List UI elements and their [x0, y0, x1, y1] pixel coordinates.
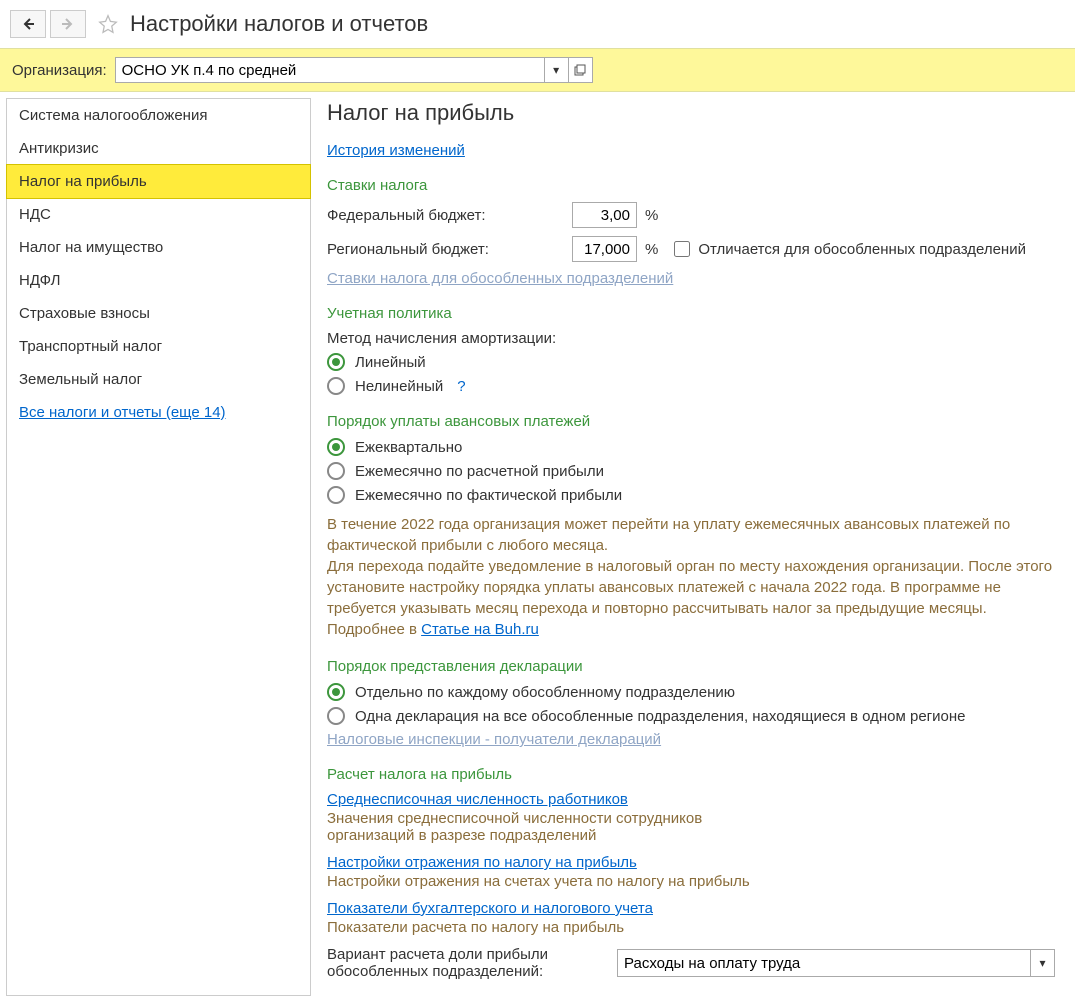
- back-button[interactable]: [10, 10, 46, 38]
- radio-monthly-fact-label: Ежемесячно по фактической прибыли: [355, 487, 622, 504]
- profit-share-select[interactable]: [617, 949, 1031, 977]
- radio-linear-label: Линейный: [355, 354, 426, 371]
- history-link[interactable]: История изменений: [327, 142, 465, 159]
- tax-inspections-link[interactable]: Налоговые инспекции - получатели деклара…: [327, 731, 1055, 748]
- radio-decl-separate-label: Отдельно по каждому обособленному подраз…: [355, 684, 735, 701]
- policy-section-title: Учетная политика: [327, 305, 1055, 322]
- sidebar: Система налогообложения Антикризис Налог…: [6, 98, 311, 996]
- reflection-settings-link[interactable]: Настройки отражения по налогу на прибыль: [327, 854, 637, 871]
- radio-decl-separate[interactable]: [327, 683, 345, 701]
- federal-label: Федеральный бюджет:: [327, 207, 572, 224]
- radio-monthly-calc[interactable]: [327, 462, 345, 480]
- profit-share-label: Вариант расчета доли прибыли обособленны…: [327, 946, 617, 980]
- rates-section-title: Ставки налога: [327, 177, 1055, 194]
- calc-section-title: Расчет налога на прибыль: [327, 766, 1055, 783]
- indicators-link[interactable]: Показатели бухгалтерского и налогового у…: [327, 900, 653, 917]
- advance-info: В течение 2022 года организация может пе…: [327, 514, 1055, 640]
- method-label: Метод начисления амортизации:: [327, 330, 1055, 347]
- organization-open-button[interactable]: [569, 57, 593, 83]
- percent-label: %: [645, 207, 658, 224]
- sidebar-item-anticrisis[interactable]: Антикризис: [7, 132, 310, 165]
- radio-quarterly[interactable]: [327, 438, 345, 456]
- sidebar-item-insurance[interactable]: Страховые взносы: [7, 297, 310, 330]
- diff-checkbox[interactable]: [674, 241, 690, 257]
- help-icon[interactable]: ?: [457, 378, 465, 395]
- forward-button[interactable]: [50, 10, 86, 38]
- decl-section-title: Порядок представления декларации: [327, 658, 1055, 675]
- organization-label: Организация:: [12, 62, 107, 79]
- radio-quarterly-label: Ежеквартально: [355, 439, 462, 456]
- arrow-right-icon: [60, 16, 76, 32]
- federal-input[interactable]: [572, 202, 637, 228]
- radio-monthly-calc-label: Ежемесячно по расчетной прибыли: [355, 463, 604, 480]
- radio-nonlinear-label: Нелинейный: [355, 378, 443, 395]
- arrow-left-icon: [20, 16, 36, 32]
- sidebar-item-transport-tax[interactable]: Транспортный налог: [7, 330, 310, 363]
- radio-decl-one-label: Одна декларация на все обособленные подр…: [355, 708, 965, 725]
- content-heading: Налог на прибыль: [327, 100, 1055, 126]
- radio-nonlinear[interactable]: [327, 377, 345, 395]
- indicators-desc: Показатели расчета по налогу на прибыль: [327, 919, 1055, 936]
- radio-decl-one[interactable]: [327, 707, 345, 725]
- organization-dropdown-button[interactable]: ▾: [545, 57, 569, 83]
- subdivision-rates-link[interactable]: Ставки налога для обособленных подраздел…: [327, 270, 673, 287]
- organization-input[interactable]: [115, 57, 545, 83]
- open-icon: [574, 64, 586, 76]
- profit-share-dropdown-button[interactable]: ▾: [1031, 949, 1055, 977]
- regional-label: Региональный бюджет:: [327, 241, 572, 258]
- advance-section-title: Порядок уплаты авансовых платежей: [327, 413, 1055, 430]
- headcount-link[interactable]: Среднесписочная численность работников: [327, 791, 628, 808]
- sidebar-item-profit-tax[interactable]: Налог на прибыль: [7, 165, 310, 198]
- sidebar-item-nds[interactable]: НДС: [7, 198, 310, 231]
- buh-link[interactable]: Статье на Buh.ru: [421, 621, 539, 638]
- headcount-desc: Значения среднесписочной численности сот…: [327, 810, 747, 844]
- sidebar-item-tax-system[interactable]: Система налогообложения: [7, 99, 310, 132]
- organization-bar: Организация: ▾: [0, 48, 1075, 92]
- diff-label: Отличается для обособленных подразделени…: [698, 241, 1026, 258]
- star-icon[interactable]: [98, 14, 118, 34]
- reflection-settings-desc: Настройки отражения на счетах учета по н…: [327, 873, 1055, 890]
- content: Налог на прибыль История изменений Ставк…: [311, 92, 1071, 996]
- sidebar-item-property-tax[interactable]: Налог на имущество: [7, 231, 310, 264]
- radio-linear[interactable]: [327, 353, 345, 371]
- sidebar-item-ndfl[interactable]: НДФЛ: [7, 264, 310, 297]
- percent-label-2: %: [645, 241, 658, 258]
- page-title: Настройки налогов и отчетов: [130, 11, 428, 37]
- regional-input[interactable]: [572, 236, 637, 262]
- radio-monthly-fact[interactable]: [327, 486, 345, 504]
- sidebar-item-land-tax[interactable]: Земельный налог: [7, 363, 310, 396]
- sidebar-more-link[interactable]: Все налоги и отчеты (еще 14): [7, 396, 310, 429]
